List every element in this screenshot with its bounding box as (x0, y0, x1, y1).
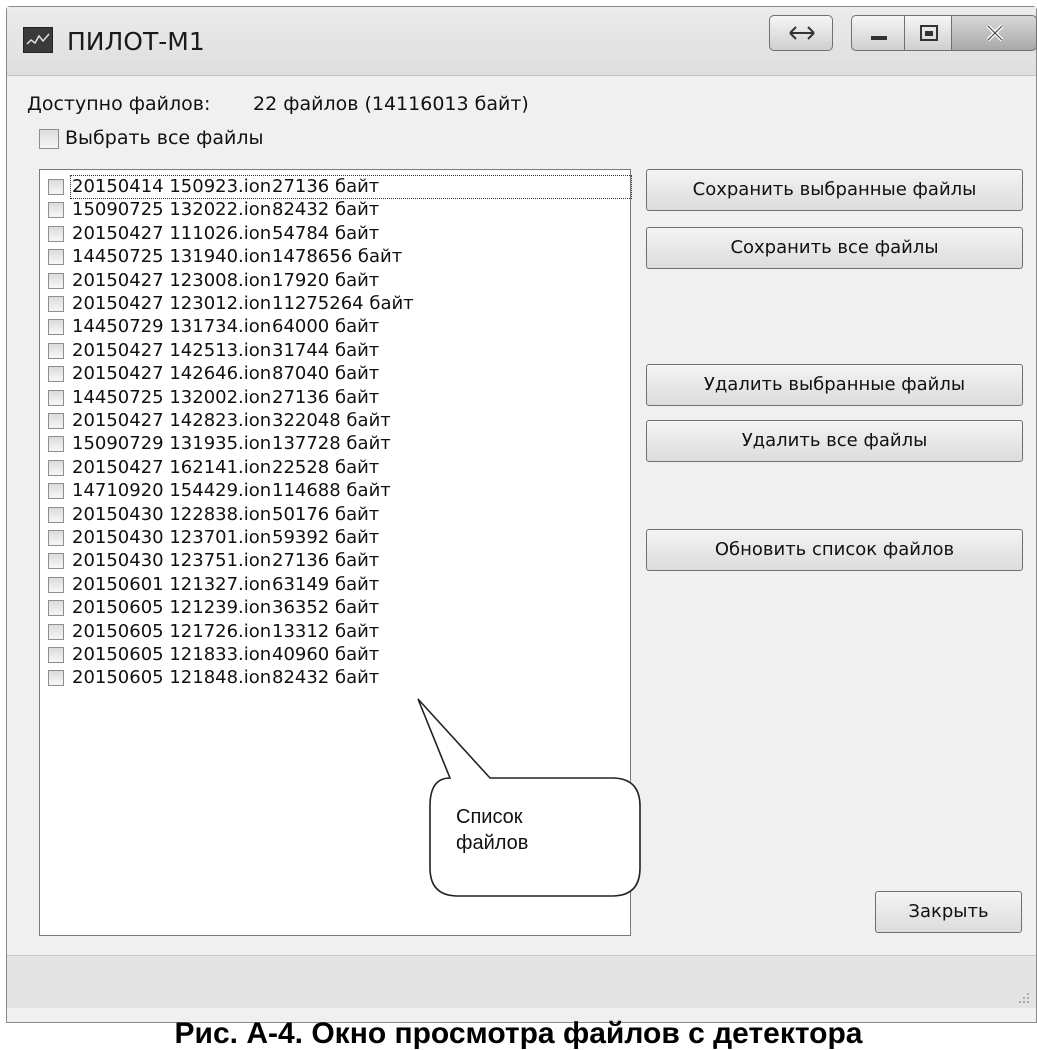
callout-bubble (417, 698, 641, 897)
callout-line-1: Список (456, 806, 523, 828)
figure-caption: Рис. А-4. Окно просмотра файлов с детект… (174, 1017, 863, 1050)
callout-text: Список файлов (440, 804, 616, 856)
callout-line-2: файлов (456, 832, 529, 854)
